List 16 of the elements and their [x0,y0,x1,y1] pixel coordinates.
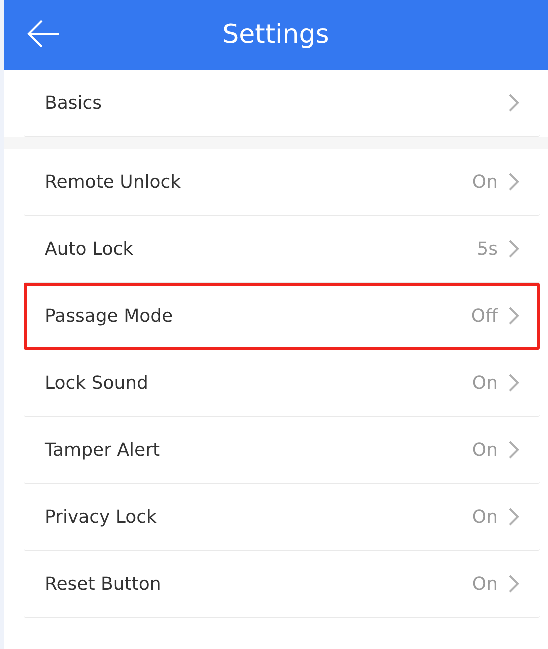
highlighted-settings-row[interactable]: Passage Mode Off [24,283,540,350]
settings-row[interactable]: Reset Button On [24,551,540,618]
chevron-icon [508,239,520,259]
settings-row[interactable]: Auto Lock 5s [24,216,540,283]
settings-row[interactable]: Privacy Lock On [24,484,540,551]
chevron-icon [508,373,520,393]
chevron-icon [508,574,520,594]
settings-row[interactable]: Tamper Alert On [24,417,540,484]
chevron-icon [508,172,520,192]
settings-row[interactable]: Lock Sound On [24,350,540,417]
chevron-icon [508,93,520,113]
chevron-icon [508,306,520,326]
chevron-icon [508,440,520,460]
page-title: Settings [222,20,330,50]
settings-row[interactable]: Remote Unlock On [24,149,540,216]
chevron-icon [508,507,520,527]
